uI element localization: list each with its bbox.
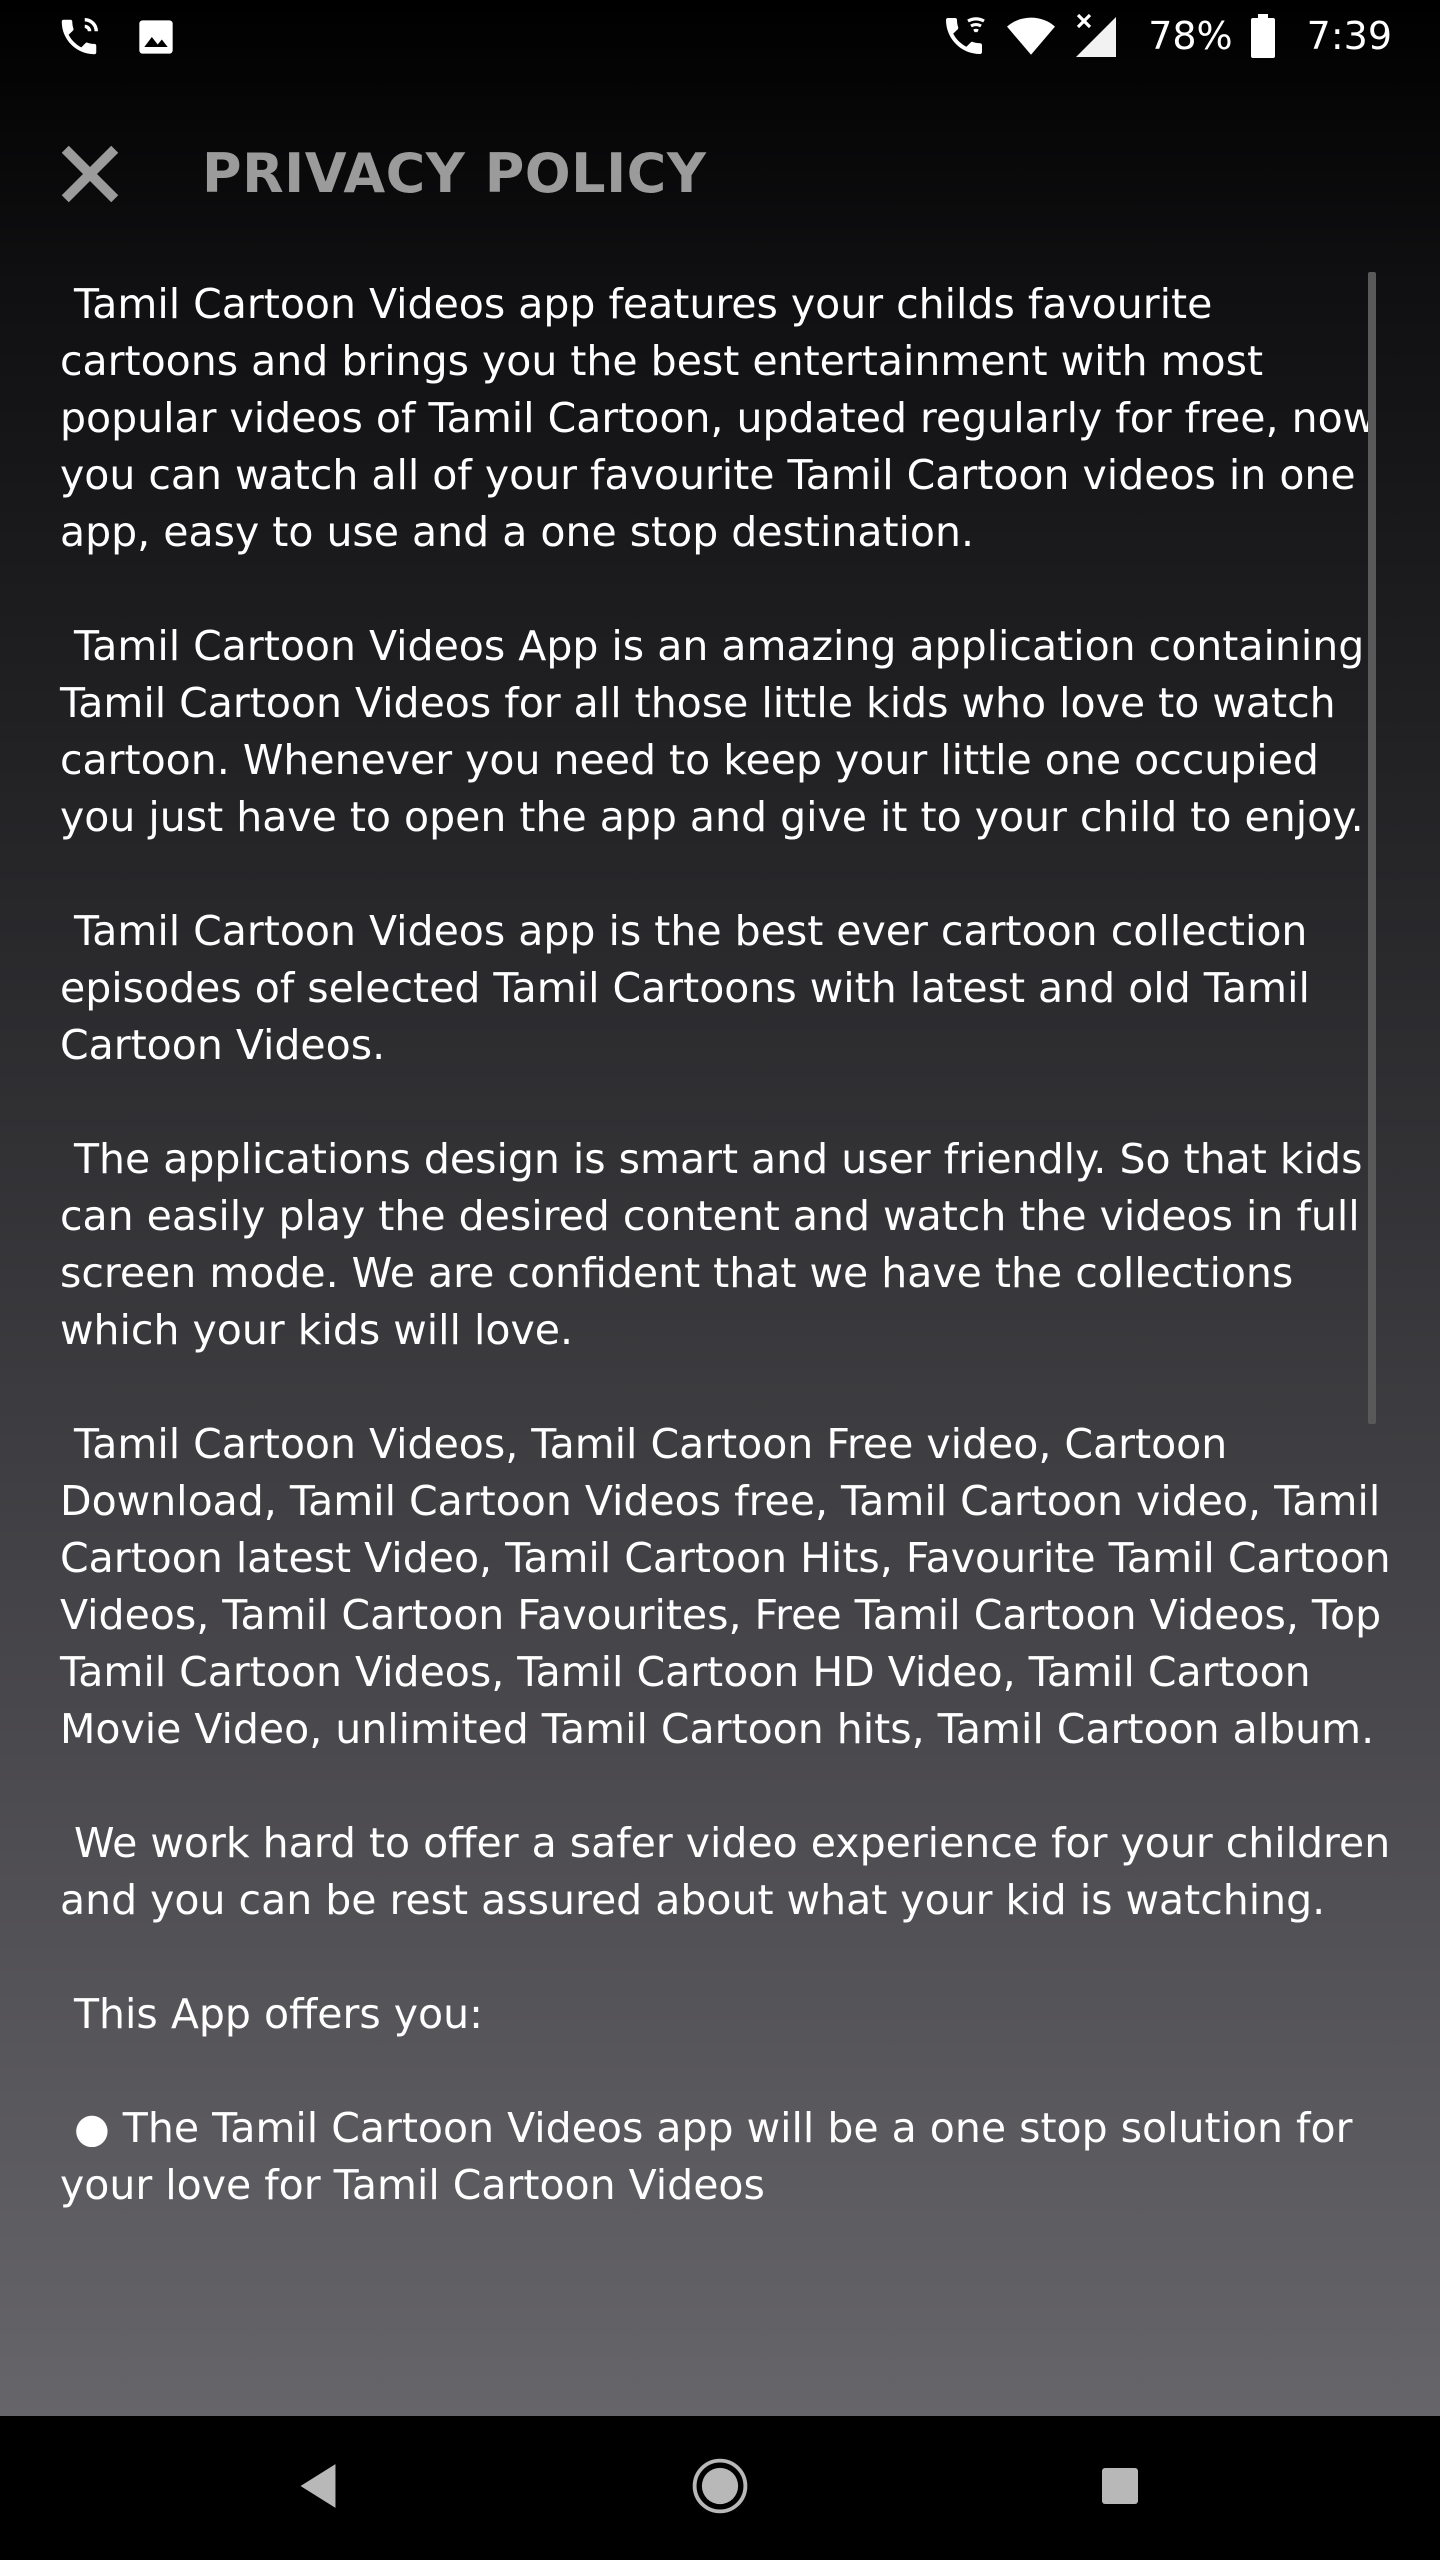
recents-button[interactable] bbox=[1080, 2448, 1160, 2528]
dialog-header: PRIVACY POLICY bbox=[0, 118, 1440, 228]
policy-paragraph: Tamil Cartoon Videos, Tamil Cartoon Free… bbox=[60, 1420, 1391, 1753]
policy-text-scroll[interactable]: Tamil Cartoon Videos app features your c… bbox=[0, 276, 1440, 2356]
policy-paragraph: The applications design is smart and use… bbox=[60, 1135, 1363, 1354]
wifi-icon bbox=[1006, 13, 1056, 59]
navigation-bar bbox=[0, 2416, 1440, 2560]
back-icon bbox=[296, 2462, 340, 2514]
scrollbar[interactable] bbox=[1368, 272, 1376, 1424]
policy-paragraph: We work hard to offer a safer video expe… bbox=[60, 1819, 1391, 1924]
phone-call-icon bbox=[56, 14, 102, 60]
policy-paragraph: ● The Tamil Cartoon Videos app will be a… bbox=[60, 2104, 1353, 2209]
clock: 7:39 bbox=[1306, 14, 1392, 58]
image-icon bbox=[136, 17, 176, 57]
close-icon bbox=[57, 141, 123, 211]
wifi-calling-icon bbox=[940, 12, 988, 60]
page-title: PRIVACY POLICY bbox=[202, 142, 707, 205]
home-icon bbox=[691, 2457, 749, 2519]
policy-paragraph: This App offers you: bbox=[74, 1990, 483, 2038]
close-button[interactable] bbox=[50, 136, 130, 216]
recents-icon bbox=[1100, 2466, 1140, 2510]
policy-paragraph: Tamil Cartoon Videos app features your c… bbox=[60, 280, 1377, 556]
battery-percent: 78% bbox=[1148, 14, 1233, 58]
home-button[interactable] bbox=[680, 2448, 760, 2528]
signal-icon bbox=[1074, 13, 1118, 59]
back-button[interactable] bbox=[278, 2448, 358, 2528]
status-bar: 78% 7:39 bbox=[0, 0, 1440, 72]
screen: 78% 7:39 PRIVACY POLICY Tamil Cartoon Vi… bbox=[0, 0, 1440, 2560]
policy-paragraph: Tamil Cartoon Videos App is an amazing a… bbox=[60, 622, 1365, 841]
policy-paragraph: Tamil Cartoon Videos app is the best eve… bbox=[60, 907, 1310, 1069]
battery-icon bbox=[1250, 14, 1275, 58]
